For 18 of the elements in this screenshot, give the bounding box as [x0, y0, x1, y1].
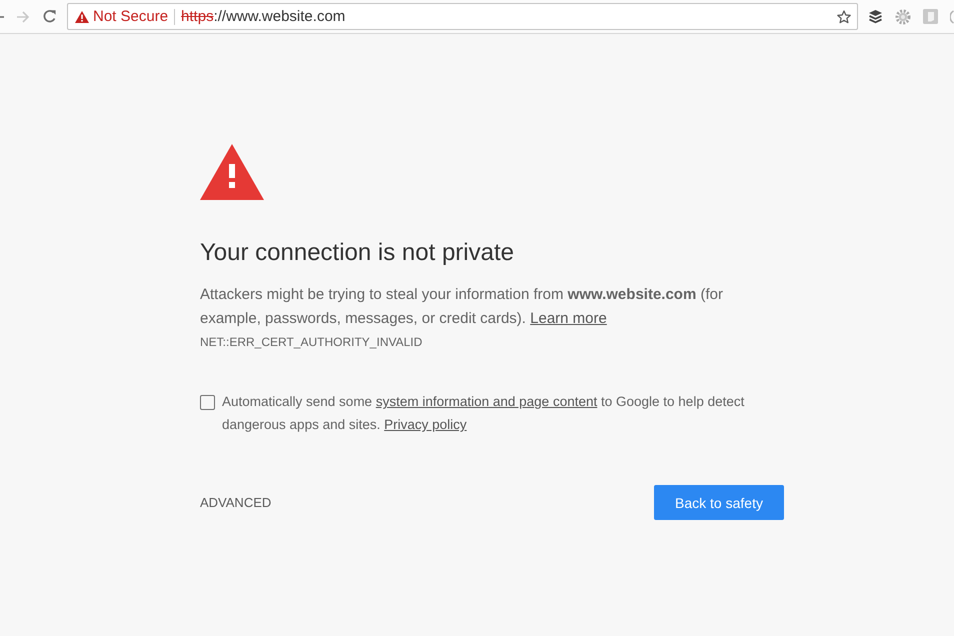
layers-icon[interactable]	[868, 9, 883, 24]
warning-icon	[75, 10, 89, 22]
error-heading: Your connection is not private	[200, 239, 515, 267]
error-description: Attackers might be trying to steal your information from www.website.com (for example, passwords, messages, or credit cards). Learn more	[200, 285, 724, 329]
checkbox[interactable]	[200, 395, 215, 410]
system-info-link[interactable]: system information and page content	[376, 394, 598, 409]
report-consent-text: Automatically send some system information and page content to Google to help detect dangerous apps and sites. Privacy policy	[222, 393, 746, 434]
advanced-button[interactable]: ADVANCED	[200, 495, 272, 510]
back-to-safety-button[interactable]: Back to safety	[654, 485, 784, 520]
reload-icon[interactable]	[42, 9, 57, 24]
warning-icon	[200, 144, 264, 200]
star-icon[interactable]	[837, 10, 851, 24]
url-text: https://www.website.com	[181, 8, 346, 25]
security-label[interactable]: Not Secure	[93, 8, 168, 25]
error-code: NET::ERR_CERT_AUTHORITY_INVALID	[200, 334, 424, 350]
learn-more-link[interactable]: Learn more	[530, 310, 607, 327]
privacy-policy-link[interactable]: Privacy policy	[384, 417, 467, 432]
address-bar[interactable]: Not Secure https://www.website.com	[67, 3, 858, 30]
